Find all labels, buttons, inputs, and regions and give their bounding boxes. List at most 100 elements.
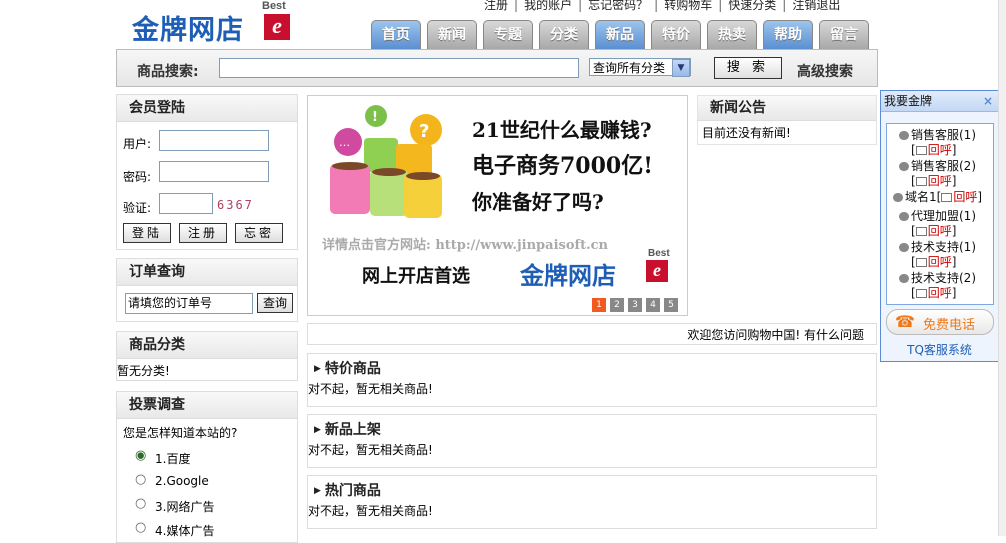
order-title: 订单查询 (117, 259, 297, 286)
banner-page-3[interactable]: 3 (628, 298, 642, 312)
vote-option: 3.网络广告 (155, 500, 215, 514)
captcha-input[interactable] (159, 193, 213, 214)
search-label: 商品搜索: (137, 64, 199, 80)
vote-option: 4.媒体广告 (155, 524, 215, 538)
mail-icon (915, 258, 927, 267)
logo-best: Best (262, 0, 286, 12)
section-title-text: 热门商品 (324, 483, 381, 499)
register-button[interactable]: 注册 (179, 223, 227, 243)
welcome-marquee: 欢迎您访问购物中国! 有什么问题 (307, 323, 877, 345)
link-logout[interactable]: 注销退出 (786, 0, 846, 12)
search-input[interactable] (219, 58, 579, 78)
forgot-button[interactable]: 忘密 (235, 223, 283, 243)
service-item[interactable]: 域名1[回呼] (893, 188, 982, 205)
banner-line2: 电子商务7000亿! (472, 153, 653, 179)
section-title[interactable]: ▶ 热门商品 (314, 480, 381, 500)
radio[interactable]: ○ (135, 520, 146, 535)
link-register[interactable]: 注册 (478, 0, 514, 12)
headset-icon (899, 274, 909, 283)
headset-icon (899, 131, 909, 140)
tab-category[interactable]: 分类 (539, 20, 589, 49)
tab-guestbook[interactable]: 留言 (819, 20, 869, 49)
callback-link[interactable]: [回呼] (911, 253, 956, 270)
username-input[interactable] (159, 130, 269, 151)
svg-text:!: ! (372, 110, 378, 125)
phone-icon: ☎ (895, 312, 915, 331)
banner-page-2[interactable]: 2 (610, 298, 624, 312)
advanced-search-link[interactable]: 高级搜索 (797, 61, 853, 81)
user-label: 用户: (123, 137, 152, 151)
vote-title: 投票调查 (117, 392, 297, 419)
radio[interactable]: ○ (135, 472, 146, 487)
tab-help[interactable]: 帮助 (763, 20, 813, 49)
tab-home[interactable]: 首页 (371, 20, 421, 49)
category-empty: 暂无分类! (117, 364, 170, 378)
news-empty: 目前还没有新闻! (702, 126, 791, 140)
chevron-right-icon: ▶ (314, 425, 321, 435)
news-title: 新闻公告 (698, 96, 876, 121)
callback-link[interactable]: [回呼] (911, 172, 956, 189)
section-title-text: 新品上架 (324, 422, 381, 438)
banner-slogan: 网上开店首选 (362, 266, 470, 287)
site-logo[interactable]: 金牌网店 Best e (132, 0, 296, 46)
tab-news[interactable]: 新闻 (427, 20, 477, 49)
radio-selected[interactable]: ◉ (135, 448, 146, 463)
banner-page-1[interactable]: 1 (592, 298, 606, 312)
banner-page-4[interactable]: 4 (646, 298, 660, 312)
link-forgot-password[interactable]: 忘记密码？ (582, 0, 654, 12)
top-links: 注册 | 我的账户 | 忘记密码？ | 转购物车 | 快速分类 | 注销退出 (478, 0, 878, 12)
banner-logo-best: Best (648, 248, 670, 259)
link-cart[interactable]: 转购物车 (658, 0, 718, 12)
tab-new-products[interactable]: 新品 (595, 20, 645, 49)
link-my-account[interactable]: 我的账户 (518, 0, 578, 12)
section-empty: 对不起，暂无相关商品! (308, 443, 433, 457)
mail-icon (915, 177, 927, 186)
free-call-button[interactable]: ☎ 免费电话 (886, 309, 994, 335)
search-button[interactable]: 搜 索 (714, 57, 782, 79)
headset-icon (899, 212, 909, 221)
service-list: 销售客服(1) [回呼] 销售客服(2) [回呼] 域名1[回呼] 代理加盟(1… (886, 123, 994, 305)
search-bar: 商品搜索: 查询所有分类 ▼ 搜 索 高级搜索 (116, 49, 878, 87)
customer-service-widget: 我要金牌 × 销售客服(1) [回呼] 销售客服(2) [回呼] 域名1[回呼]… (880, 90, 999, 362)
order-number-input[interactable]: 请填您的订单号 (125, 293, 253, 314)
promo-banner[interactable]: ! ? … 21世纪什么最赚钱? 电子商务7000亿! 你准备好了吗? 详情点击… (307, 95, 688, 316)
mail-icon (915, 227, 927, 236)
callback-link[interactable]: [回呼] (911, 141, 956, 158)
news-panel: 新闻公告 目前还没有新闻! (697, 95, 877, 145)
category-select-value: 查询所有分类 (593, 61, 666, 75)
captcha-image: 6367 (217, 198, 254, 212)
section-empty: 对不起，暂无相关商品! (308, 382, 433, 396)
link-quick-category[interactable]: 快速分类 (722, 0, 782, 12)
tab-specials[interactable]: 特价 (651, 20, 701, 49)
section-hot: ▶ 热门商品 对不起，暂无相关商品! (307, 475, 877, 529)
tq-system-link[interactable]: TQ客服系统 (881, 341, 998, 358)
login-button[interactable]: 登陆 (123, 223, 171, 243)
chevron-right-icon: ▶ (314, 486, 321, 496)
banner-line1: 21世纪什么最赚钱? (472, 118, 652, 142)
category-select[interactable]: 查询所有分类 ▼ (589, 58, 691, 77)
page-scrollbar[interactable] (998, 0, 1006, 536)
password-label: 密码: (123, 170, 152, 184)
callback-link[interactable]: [回呼] (911, 284, 956, 301)
tab-hot[interactable]: 热卖 (707, 20, 757, 49)
banner-line3: 你准备好了吗? (472, 190, 604, 214)
mail-icon (915, 146, 927, 155)
coffee-cups-illustration: ! ? … (330, 105, 442, 218)
callback-link[interactable]: [回呼] (911, 222, 956, 239)
section-title[interactable]: ▶ 新品上架 (314, 419, 381, 439)
close-icon[interactable]: × (983, 91, 993, 111)
section-specials: ▶ 特价商品 对不起，暂无相关商品! (307, 353, 877, 407)
section-new-arrivals: ▶ 新品上架 对不起，暂无相关商品! (307, 414, 877, 468)
tab-topics[interactable]: 专题 (483, 20, 533, 49)
order-query-button[interactable]: 查询 (257, 293, 293, 313)
section-title[interactable]: ▶ 特价商品 (314, 358, 381, 378)
password-input[interactable] (159, 161, 269, 182)
welcome-text: 欢迎您访问购物中国! 有什么问题 (687, 328, 864, 342)
service-title: 我要金牌 (884, 94, 933, 108)
chevron-down-icon[interactable]: ▼ (672, 59, 690, 77)
vote-question: 您是怎样知道本站的? (123, 426, 238, 440)
vote-option: 1.百度 (155, 452, 191, 466)
banner-page-5[interactable]: 5 (664, 298, 678, 312)
captcha-label: 验证: (123, 201, 152, 215)
radio[interactable]: ○ (135, 496, 146, 511)
